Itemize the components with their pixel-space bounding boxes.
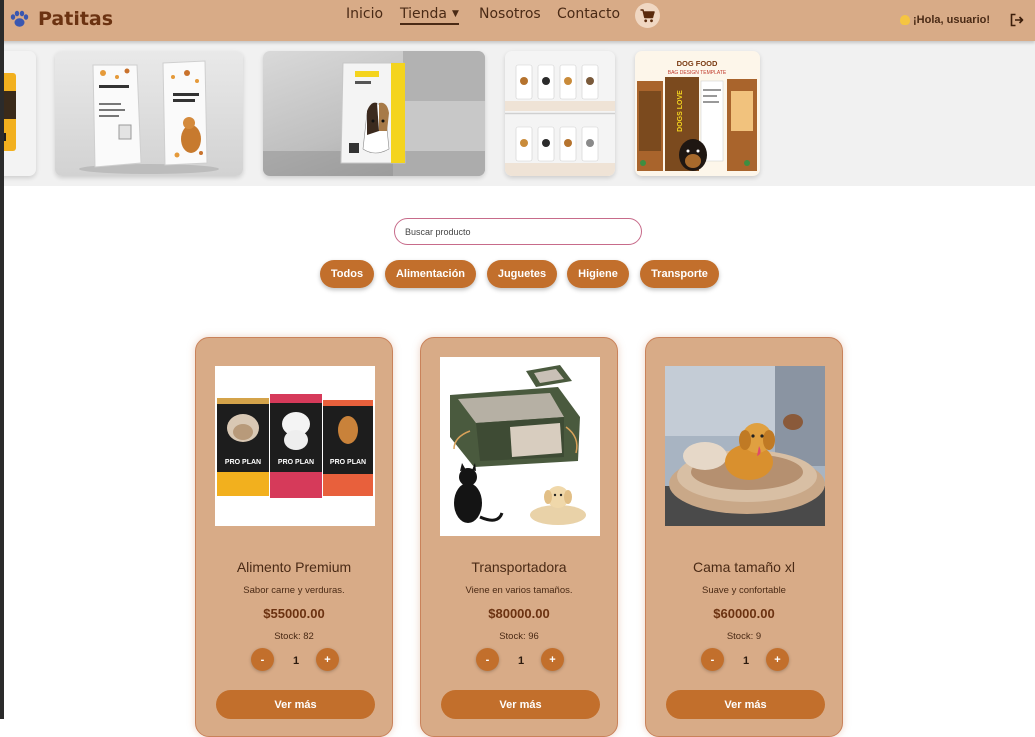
ver-mas-button[interactable]: Ver más <box>441 690 600 719</box>
bag-brand-text-2: PRO PLAN <box>278 459 314 466</box>
nav-contacto[interactable]: Contacto <box>557 6 620 22</box>
waving-hand-icon <box>900 15 910 25</box>
product-card: Transportadora Viene en varios tamaños. … <box>420 337 618 737</box>
product-description: Viene en varios tamaños. <box>465 585 573 596</box>
product-name: Cama tamaño xl <box>693 559 795 575</box>
ver-mas-button[interactable]: Ver más <box>216 690 375 719</box>
product-price: $80000.00 <box>488 606 550 621</box>
cart-icon <box>640 8 655 22</box>
product-card: Cama tamaño xl Suave y confortable $6000… <box>645 337 843 737</box>
quantity-value: 1 <box>517 655 525 667</box>
caret-down-icon: ▼ <box>451 9 459 19</box>
product-name: Transportadora <box>471 559 567 575</box>
nav-inicio[interactable]: Inicio <box>346 6 383 22</box>
search-input[interactable] <box>394 218 642 245</box>
product-price: $60000.00 <box>713 606 775 621</box>
ver-mas-button[interactable]: Ver más <box>666 690 825 719</box>
product-image-cama <box>665 366 825 526</box>
product-image-transportadora <box>440 357 600 536</box>
product-card: PRO PLAN PRO PLAN PRO PLAN Alimento Prem… <box>195 337 393 737</box>
product-description: Suave y confortable <box>702 585 786 596</box>
carousel-slide-dog-bites-bags[interactable] <box>55 51 243 176</box>
product-image-alimento: PRO PLAN PRO PLAN PRO PLAN <box>215 366 375 526</box>
user-greeting: ¡Hola, usuario! <box>900 14 990 26</box>
product-name: Alimento Premium <box>236 559 352 575</box>
logout-icon[interactable] <box>1010 13 1024 27</box>
increase-quantity-button[interactable]: + <box>766 648 789 671</box>
brand[interactable]: Patitas <box>9 8 113 30</box>
quantity-value: 1 <box>742 655 750 667</box>
increase-quantity-button[interactable]: + <box>541 648 564 671</box>
brand-title: Patitas <box>38 8 114 30</box>
greeting-text: ¡Hola, usuario! <box>913 14 991 26</box>
paw-icon <box>9 9 29 29</box>
nav-tienda[interactable]: Tienda ▼ <box>400 6 459 25</box>
product-stock: Stock: 96 <box>499 631 539 642</box>
carousel-slide-bag-grid[interactable] <box>505 51 615 176</box>
decrease-quantity-button[interactable]: - <box>251 648 274 671</box>
filter-transporte[interactable]: Transporte <box>640 260 719 288</box>
product-price: $55000.00 <box>263 606 325 621</box>
template-sub-text: BAG DESIGN TEMPLATE <box>668 70 727 76</box>
window-edge <box>0 0 4 719</box>
bag-brand-text-1: PRO PLAN <box>225 459 261 466</box>
top-navbar: Patitas Inicio Tienda ▼ Nosotros Contacto… <box>0 0 1035 41</box>
bag-brand-text-3: PRO PLAN <box>330 459 366 466</box>
product-carousel: DOG FOOD BAG DESIGN TEMPLATE DOGS LOVE <box>0 41 1035 186</box>
increase-quantity-button[interactable]: + <box>316 648 339 671</box>
carousel-slide-partial[interactable] <box>0 51 36 176</box>
template-header-text: DOG FOOD <box>677 59 718 68</box>
product-description: Sabor carne y verduras. <box>243 585 345 596</box>
filter-higiene[interactable]: Higiene <box>567 260 629 288</box>
filter-alimentacion[interactable]: Alimentación <box>385 260 476 288</box>
cart-button[interactable] <box>635 3 660 28</box>
product-stock: Stock: 82 <box>274 631 314 642</box>
decrease-quantity-button[interactable]: - <box>476 648 499 671</box>
carousel-slide-dogs-love-template[interactable]: DOG FOOD BAG DESIGN TEMPLATE DOGS LOVE <box>635 51 760 176</box>
filter-todos[interactable]: Todos <box>320 260 374 288</box>
carousel-slide-dog-food-bag[interactable] <box>263 51 485 176</box>
product-stock: Stock: 9 <box>726 631 762 642</box>
nav-tienda-label: Tienda <box>400 6 447 22</box>
nav-nosotros[interactable]: Nosotros <box>479 6 541 22</box>
filter-juguetes[interactable]: Juguetes <box>487 260 557 288</box>
quantity-value: 1 <box>292 655 300 667</box>
template-bag-text: DOGS LOVE <box>677 90 684 132</box>
decrease-quantity-button[interactable]: - <box>701 648 724 671</box>
